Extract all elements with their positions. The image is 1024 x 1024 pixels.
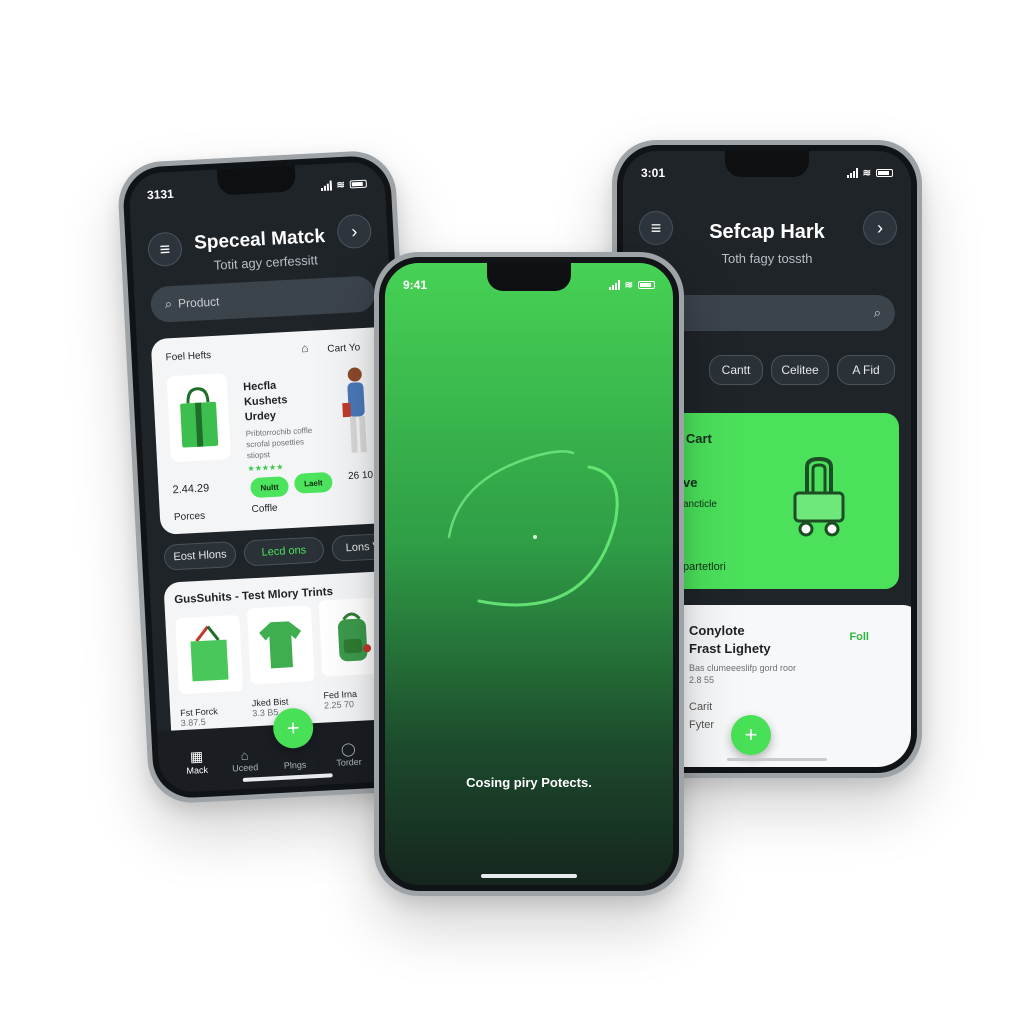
home-indicator <box>727 758 827 761</box>
wifi-icon: ≋ <box>336 179 346 191</box>
plus-icon: + <box>286 714 301 741</box>
filter-pill[interactable]: Eost Hlons <box>163 541 237 571</box>
bag-icon: ⌂ <box>300 340 309 356</box>
product-desc: Pribtorrochib coffle scrofal posetties s… <box>245 425 313 461</box>
signal-icon <box>320 180 332 192</box>
chevron-right-icon: › <box>877 217 883 238</box>
product-detail-card[interactable]: Conylote Frast Lighety Foll Bas clumeees… <box>667 605 911 767</box>
collection-title: GusSuhits - Test Mlory Trints <box>174 585 334 607</box>
detail-price: 2.8 55 <box>689 675 715 685</box>
card-left-label: Foel Hefts <box>165 350 212 364</box>
wifi-icon: ≋ <box>862 167 871 179</box>
shopping-cart-icon <box>793 456 845 546</box>
status-time: 9:41 <box>403 278 428 292</box>
search-icon: ⌕ <box>164 296 173 312</box>
chevron-right-icon: › <box>350 220 358 242</box>
detail-meta-1: Carit <box>689 701 713 713</box>
grid-icon: ▦ <box>189 747 204 765</box>
page-subtitle: Toth fagy tossth <box>721 251 813 266</box>
battery-icon <box>876 169 893 177</box>
loading-text: Cosing piry Potects. <box>466 775 592 790</box>
status-time: 3131 <box>146 186 175 203</box>
page-title: Speceal Matck <box>193 225 326 254</box>
collection-item[interactable]: Jked Bist 3.3 B5 <box>246 605 317 718</box>
detail-desc: Bas clumeeeslifp gord roor <box>689 663 797 673</box>
home-indicator <box>481 874 577 878</box>
product-price: 2.44.29 <box>172 482 210 497</box>
tshirt-image <box>246 605 315 685</box>
battery-icon <box>638 281 655 289</box>
meta-mid: Coffle <box>251 502 278 516</box>
menu-button[interactable]: ≡ <box>639 211 673 245</box>
loading-spinner-icon <box>439 433 631 638</box>
product-image-person <box>334 362 375 464</box>
buy-button[interactable]: Nultt <box>250 476 290 499</box>
center-phone-screen: 9:41 ≋ Cosing piry Potects. <box>379 257 679 891</box>
card-line-2: ancticle <box>683 499 717 510</box>
page-subtitle: Totit agy cerfessitt <box>213 252 319 273</box>
collection-item[interactable]: Fst Forck 3.87.5 <box>175 614 245 729</box>
forward-button[interactable]: › <box>863 211 897 245</box>
battery-icon <box>349 179 367 189</box>
detail-meta-2: Fyter <box>689 719 715 731</box>
status-bar: 3:01 ≋ <box>641 165 893 181</box>
card-line-1: ve <box>683 475 698 490</box>
nav-item-home[interactable]: ▦ Mack <box>176 747 217 776</box>
add-fab-button[interactable]: + <box>731 715 771 755</box>
product-rating: ★★★★★ <box>247 462 284 474</box>
signal-icon <box>846 168 858 178</box>
detail-tag: Foll <box>849 631 869 643</box>
status-time: 3:01 <box>641 166 666 180</box>
nav-label: Uceed <box>231 762 259 774</box>
chip[interactable]: Cantt <box>709 355 763 385</box>
center-phone: 9:41 ≋ Cosing piry Potects. <box>374 252 684 896</box>
search-icon: ⌕ <box>873 305 881 320</box>
card-line-3: partetlori <box>683 561 726 573</box>
detail-subtitle: Frast Lighety <box>689 641 771 656</box>
search-placeholder: Product <box>177 294 220 311</box>
hamburger-icon: ≡ <box>650 217 662 238</box>
status-bar: 9:41 ≋ <box>403 277 655 293</box>
product-name: Hecfla Kushets Urdey <box>242 379 288 424</box>
meta-left: Porces <box>173 510 206 524</box>
nav-item-profile[interactable]: ◯ Torder <box>328 740 369 768</box>
home-indicator <box>242 773 333 782</box>
signal-icon <box>608 280 620 290</box>
menu-button[interactable]: ≡ <box>147 231 183 268</box>
nav-label: Mack <box>186 764 209 776</box>
detail-title: Conylote <box>689 623 745 638</box>
product-price-2: 26 10 <box>347 469 374 483</box>
nav-label: Torder <box>336 756 363 769</box>
hamburger-icon: ≡ <box>159 238 171 260</box>
chip[interactable]: Celitee <box>771 355 829 385</box>
add-button[interactable]: Laelt <box>293 471 333 494</box>
item-price: 3.87.5 <box>180 716 207 729</box>
page-title: Sefcap Hark <box>709 221 825 243</box>
wifi-icon: ≋ <box>624 279 633 291</box>
search-input[interactable]: ⌕ Product <box>149 275 376 324</box>
nav-label: Plngs <box>283 759 307 771</box>
filter-pill-active[interactable]: Lecd ons <box>243 536 325 567</box>
nav-item-2[interactable]: ⌂ Uceed <box>224 747 265 774</box>
forward-button[interactable]: › <box>336 213 373 250</box>
plus-icon: + <box>744 722 758 747</box>
chip[interactable]: A Fid <box>837 355 895 385</box>
tote-bag-image <box>175 614 244 695</box>
product-image-bag <box>166 373 232 463</box>
card-right-label: Cart Yo <box>327 342 361 355</box>
